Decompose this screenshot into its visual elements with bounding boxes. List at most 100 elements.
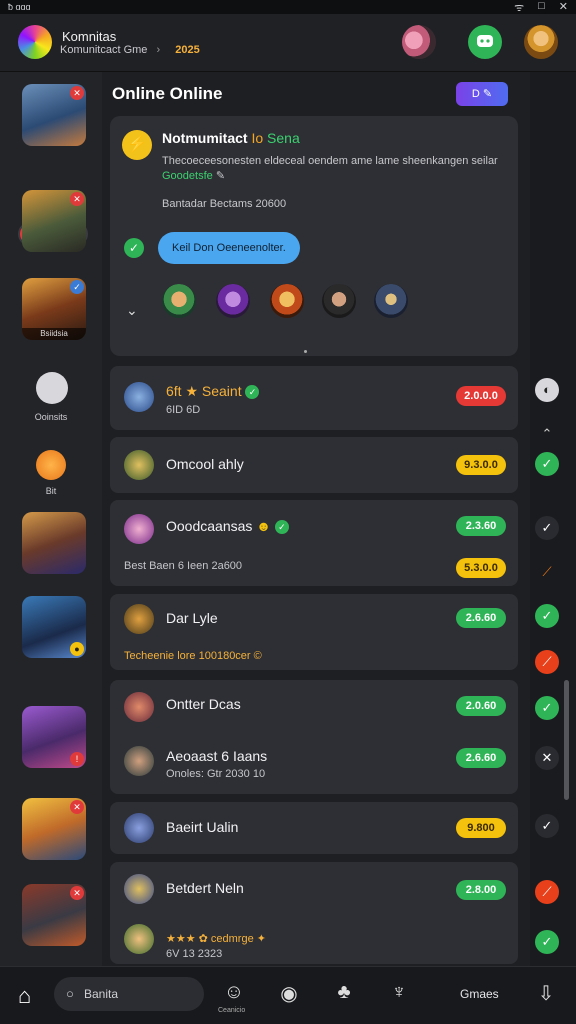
app-logo-icon[interactable] (18, 25, 52, 59)
community-label: Ceanicio (218, 1007, 246, 1014)
ghost-icon[interactable] (36, 372, 68, 404)
check-dark-icon[interactable]: ✓ (535, 516, 559, 540)
download-icon[interactable]: ⇩ (532, 981, 560, 1006)
game-card-name-text: Ooodcaansas (166, 518, 253, 534)
game-card-name: Dar Lyle (166, 610, 218, 626)
coin-badge-icon: ● (70, 642, 84, 656)
game-thumb-2[interactable]: ✕ (22, 190, 86, 252)
close-badge-icon[interactable]: ✕ (70, 192, 84, 206)
game-card[interactable]: Betdert Neln 2.8.00 ★★★ ✿ cedmrge ✦ 6V 1… (110, 862, 518, 964)
app-subtitle: Komunitcact Gme › 2025 (60, 44, 200, 56)
check-status-icon[interactable]: ✓ (535, 696, 559, 720)
edit-badge-button[interactable]: D ✎ (456, 82, 508, 106)
game-card-name: Ontter Dcas (166, 696, 241, 712)
value-pill[interactable]: 2.0.60 (456, 696, 506, 716)
search-placeholder: Banita (84, 987, 119, 1001)
window-close-icon[interactable]: ✕ (559, 0, 568, 15)
game-card[interactable]: Ooodcaansas ☻ ✓ Best Baen 6 Ieen 2a600 2… (110, 500, 518, 586)
game-card[interactable]: Baeirt Ualin 9.800 (110, 802, 518, 854)
game-card[interactable]: 6ft ★ Seaint ✓ 6ID 6D 2.0.0.0 (110, 366, 518, 430)
value-pill[interactable]: 2.3.60 (456, 516, 506, 536)
app-subtitle-separator: › (156, 44, 161, 56)
user-avatar-icon[interactable] (402, 25, 436, 59)
panel-title: Online Online (112, 84, 223, 103)
game-thumb-3[interactable]: ✓ Bsiidsia (22, 278, 86, 340)
page-dot (304, 350, 307, 353)
right-status-rail: ◐ ⌃ ✓ ✓ ⟋ ✓ ⟋ ✓ ✕ ✓ ⟋ ✓ (530, 72, 576, 966)
close-badge-icon[interactable]: ✕ (70, 886, 84, 900)
game-icon (124, 813, 154, 843)
search-input[interactable]: ○ Banita (54, 977, 204, 1011)
game-card-meta-2: Onoles: Gtr 2030 10 (166, 768, 266, 780)
moon-icon[interactable]: ◐ (535, 378, 559, 402)
value-pill[interactable]: 9.3.0.0 (456, 455, 506, 475)
check-dark-icon[interactable]: ✓ (535, 814, 559, 838)
check-status-icon[interactable]: ✓ (535, 604, 559, 628)
profile-avatar-icon[interactable] (524, 25, 558, 59)
game-thumb-4[interactable] (22, 512, 86, 574)
close-badge-icon[interactable]: ✕ (70, 800, 84, 814)
notification-title-extra: Io (251, 130, 264, 146)
check-status-icon[interactable]: ✓ (535, 930, 559, 954)
slash-red-icon[interactable]: ⟋ (535, 880, 559, 904)
rail-label-5: Bit (45, 486, 57, 496)
value-pill[interactable]: 2.8.00 (456, 880, 506, 900)
game-card-name: Omcool ahly (166, 456, 244, 472)
slash-orange-icon[interactable]: ⟋ (535, 560, 559, 584)
trophy-icon[interactable]: ♆ (385, 981, 413, 1004)
close-badge-icon[interactable]: ✕ (70, 86, 84, 100)
alert-badge-icon: ! (70, 752, 84, 766)
game-thumb-7[interactable]: ✕ (22, 798, 86, 860)
person-icon[interactable]: ⌃ (535, 422, 559, 446)
panel-header: Online Online D ✎ (102, 72, 530, 118)
chevron-down-icon[interactable]: ⌄ (126, 302, 138, 319)
participant-avatar[interactable] (162, 284, 196, 318)
game-card[interactable]: Omcool ahly 9.3.0.0 (110, 437, 518, 493)
check-badge-icon: ✓ (70, 280, 84, 294)
scrollbar[interactable] (564, 680, 569, 800)
slash-red-icon[interactable]: ⟋ (535, 650, 559, 674)
value-pill[interactable]: 9.800 (456, 818, 506, 838)
value-pill[interactable]: 2.0.0.0 (456, 386, 506, 406)
smile-icon: ☻ (256, 518, 272, 534)
participant-avatar[interactable] (374, 284, 408, 318)
value-pill-secondary[interactable]: 5.3.0.0 (456, 558, 506, 578)
participant-avatar[interactable] (216, 284, 250, 318)
game-icon (124, 450, 154, 480)
chat-app-icon[interactable] (468, 25, 502, 59)
cross-icon[interactable]: ✕ (535, 746, 559, 770)
value-pill-secondary[interactable]: 2.6.60 (456, 748, 506, 768)
game-card-meta: Best Baen 6 Ieen 2a600 (124, 560, 243, 572)
game-thumb-8[interactable]: ✕ (22, 884, 86, 946)
game-thumb-5[interactable]: ● (22, 596, 86, 658)
heart-icon[interactable] (36, 450, 66, 480)
check-status-icon[interactable]: ✓ (535, 452, 559, 476)
check-icon: ✓ (124, 238, 144, 258)
notification-title-text: Notmumitact (162, 130, 248, 146)
games-nav-label[interactable]: Gmaes (460, 987, 499, 1001)
game-icon (124, 604, 154, 634)
bottom-nav: ⌂ ○ Banita ☺ Ceanicio ◉ ♣ ♆ Gmaes ⇩ (0, 966, 576, 1024)
window-square-icon[interactable]: □ (538, 0, 545, 15)
home-icon[interactable]: ⌂ (18, 983, 31, 1009)
participant-avatar[interactable] (270, 284, 304, 318)
game-icon (124, 692, 154, 722)
game-thumb-6[interactable]: ! (22, 706, 86, 768)
game-card-meta: 6V 13 2323 (166, 948, 223, 960)
game-icon (124, 514, 154, 544)
value-pill[interactable]: 2.6.60 (456, 608, 506, 628)
game-icon (124, 382, 154, 412)
club-icon[interactable]: ♣ (330, 981, 358, 1004)
game-card[interactable]: Ontter Dcas 2.0.60 Aeoaast 6 Iaans Onole… (110, 680, 518, 794)
game-card[interactable]: Dar Lyle Techeenie lore 100180cer © 2.6.… (110, 594, 518, 670)
community-icon[interactable]: ☺ (220, 981, 248, 1004)
left-game-rail: ✕ ☠ 11 ✕ ✓ Bsiidsia Ooinsits Bit ● ! ✕ ✕ (0, 72, 102, 966)
app-subtitle-number: 2025 (175, 44, 200, 56)
game-thumb-3-label: Bsiidsia (22, 328, 86, 340)
participant-avatar[interactable] (322, 284, 356, 318)
message-bubble[interactable]: Keil Don Oeeneenolter. (158, 232, 300, 264)
app-subtitle-text: Komunitcact Gme (60, 44, 148, 56)
game-thumb-1[interactable]: ✕ (22, 84, 86, 146)
notification-card[interactable]: ⚡ Notmumitact Io Sena Thecoeceesonesten … (110, 116, 518, 356)
location-pin-icon[interactable]: ◉ (275, 981, 303, 1006)
